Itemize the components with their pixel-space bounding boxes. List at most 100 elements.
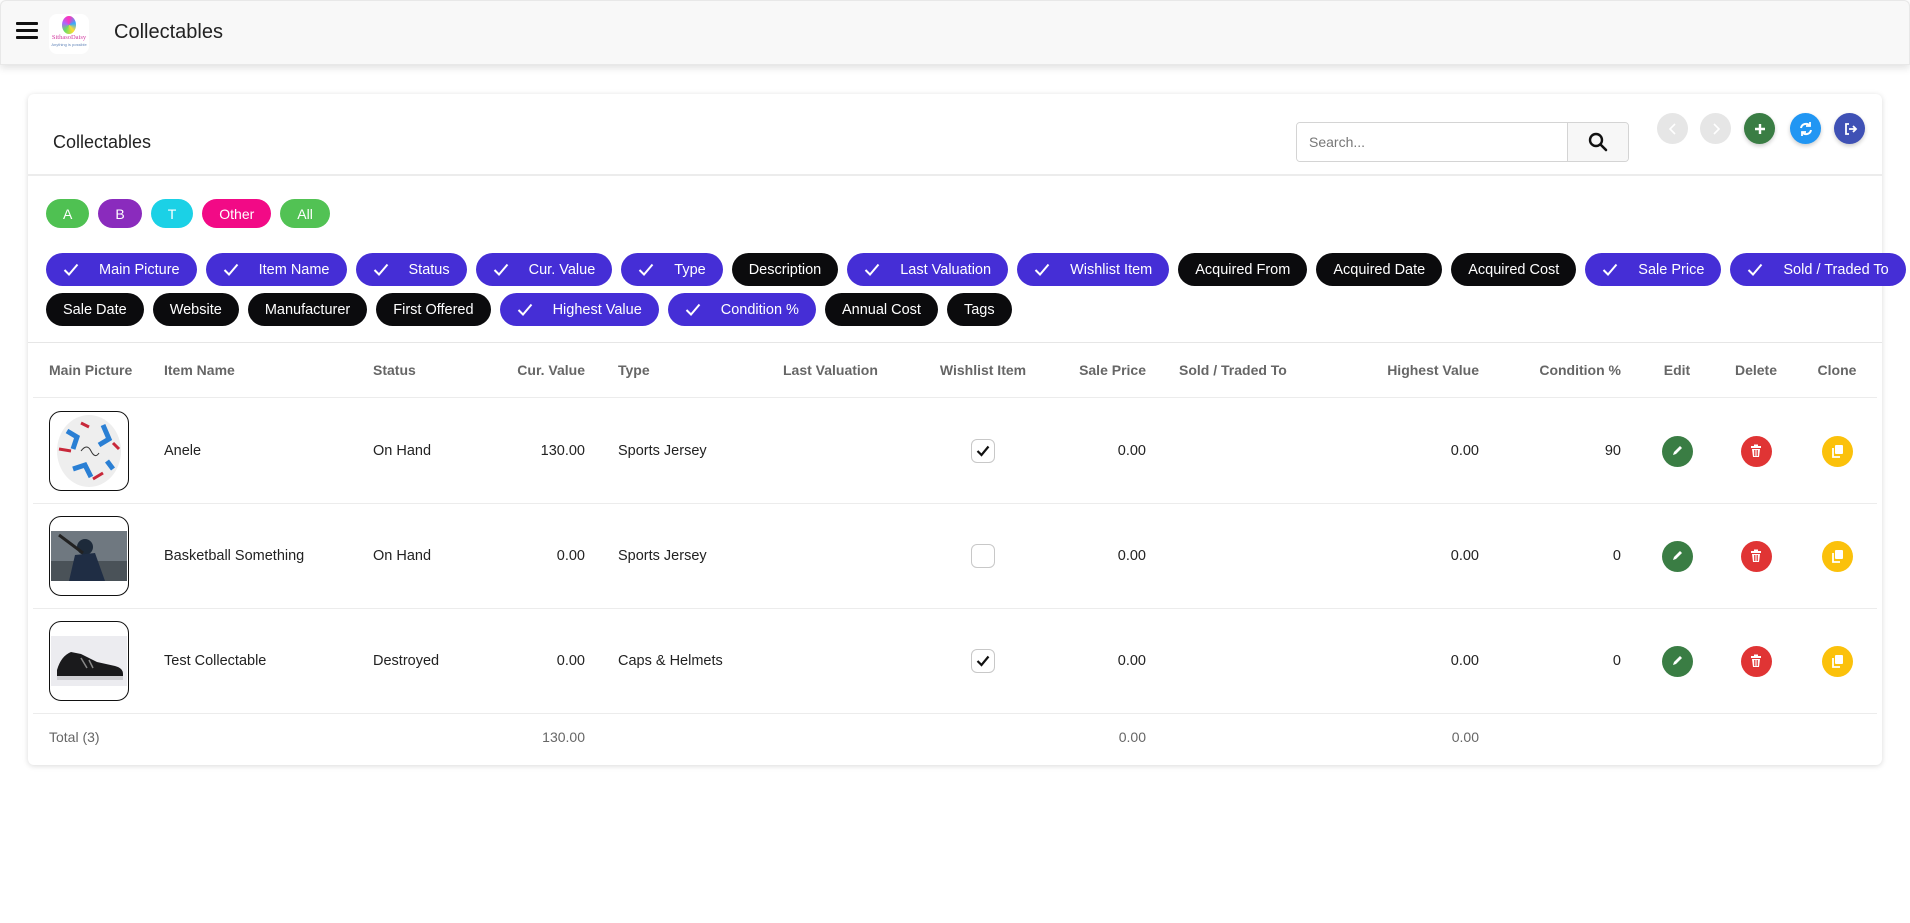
chip-label: Website [169,301,222,318]
column-toggle-chip[interactable]: Type [621,253,723,286]
pencil-icon [1673,446,1682,455]
clone-button[interactable] [1821,540,1853,572]
plus-icon [1754,123,1765,134]
chip-label: First Offered [393,301,474,318]
column-header-del[interactable]: Delete [1716,343,1796,397]
search-input[interactable] [1297,123,1567,161]
search-icon [1588,132,1608,152]
edit-button[interactable] [1661,540,1693,572]
column-toggle-chip[interactable]: Description [731,253,839,286]
check-icon [1034,263,1050,276]
check-icon [63,263,79,276]
column-toggle-chip[interactable]: Cur. Value [475,253,613,286]
column-toggle-row: Main Picture Item Name Status Cur. Value Typ… [46,253,1906,286]
column-toggle-chip[interactable]: Acquired Date [1316,253,1443,286]
refresh-button[interactable] [1790,113,1821,144]
delete-button[interactable] [1740,435,1772,467]
column-toggle-chip[interactable]: Acquired Cost [1451,253,1577,286]
delete-button[interactable] [1740,540,1772,572]
chip-label: Condition % [720,301,799,318]
previous-button[interactable] [1657,113,1688,144]
cell-status: On Hand [373,548,432,564]
letter-filters: A B T Other All [46,199,330,228]
column-header-edit[interactable]: Edit [1637,343,1717,397]
check-icon [865,263,880,276]
delete-button[interactable] [1740,645,1772,677]
table-row: Anele On Hand 130.00 Sports Jersey 0.00 0.00 9… [33,399,1877,504]
item-picture-soccer-ball[interactable] [49,411,129,491]
letter-filter-other[interactable]: Other [202,199,272,228]
cell-sold [1179,609,1329,713]
chip-label: Highest Value [552,301,642,318]
chevron-left-icon [1668,122,1676,135]
search-box [1296,122,1629,162]
column-toggle-chip[interactable]: Status [355,253,467,286]
column-toggle-chip[interactable]: Condition % [667,293,816,326]
wishlist-checkbox[interactable] [971,649,995,673]
letter-filter-b[interactable]: B [98,199,142,228]
cell-cond: 0 [1612,653,1621,669]
total-sale-price: 0.00 [1118,729,1146,745]
item-picture-baseball-player[interactable] [49,516,129,596]
hamburger-menu-icon[interactable] [16,22,38,39]
column-header-pic[interactable]: Main Picture [49,343,159,397]
column-toggle-chip[interactable]: Acquired From [1178,253,1308,286]
column-header-type[interactable]: Type [618,343,778,397]
column-header-clone[interactable]: Clone [1797,343,1877,397]
column-toggle-row: Sale Date Website Manufacturer First Offere… [46,293,1012,326]
search-button[interactable] [1567,123,1628,161]
wishlist-checkbox[interactable] [971,544,995,568]
column-toggle-chip[interactable]: Highest Value [499,293,659,326]
clone-button[interactable] [1821,645,1853,677]
cell-sold [1179,399,1329,503]
item-picture-sneaker[interactable] [49,621,129,701]
column-toggle-chip[interactable]: Last Valuation [847,253,1009,286]
check-icon [685,303,701,316]
clone-button[interactable] [1821,435,1853,467]
edit-button[interactable] [1661,435,1693,467]
letter-filter-all[interactable]: All [280,199,330,228]
chip-label: Sale Date [63,301,127,318]
column-header-lastval[interactable]: Last Valuation [783,343,923,397]
chip-label: Acquired From [1195,261,1291,278]
column-header-sold[interactable]: Sold / Traded To [1179,343,1329,397]
column-header-name[interactable]: Item Name [164,343,364,397]
column-toggle-chip[interactable]: Tags [946,293,1012,326]
cell-high: 0.00 [1450,653,1479,669]
wishlist-checkbox[interactable] [971,439,995,463]
column-header-wish[interactable]: Wishlist Item [923,343,1043,397]
table-row: Basketball Something On Hand 0.00 Sports Je… [33,504,1877,609]
column-toggle-chip[interactable]: Annual Cost [824,293,938,326]
column-header-status[interactable]: Status [373,343,483,397]
add-button[interactable] [1744,113,1775,144]
column-header-high[interactable]: Highest Value [1329,343,1479,397]
column-toggle-chip[interactable]: Wishlist Item [1017,253,1170,286]
column-header-cur[interactable]: Cur. Value [485,343,585,397]
chip-label: Main Picture [99,261,180,278]
next-button[interactable] [1700,113,1731,144]
column-header-cond[interactable]: Condition % [1501,343,1621,397]
cell-cur: 0.00 [556,548,585,564]
chip-label: Sale Price [1638,261,1705,278]
column-toggle-chip[interactable]: Sold / Traded To [1730,253,1906,286]
column-toggle-chip[interactable]: First Offered [376,293,491,326]
edit-button[interactable] [1661,645,1693,677]
letter-filter-t[interactable]: T [150,199,194,228]
letter-filter-a[interactable]: A [46,199,90,228]
column-toggle-chip[interactable]: Sale Price [1585,253,1722,286]
copy-icon [1832,550,1843,563]
logo: SithasoDaisy Anything is possible [49,14,89,54]
trash-icon [1751,444,1761,457]
trash-icon [1751,549,1761,562]
logout-button[interactable] [1834,113,1865,144]
chevron-right-icon [1712,122,1720,135]
column-toggle-chip[interactable]: Sale Date [46,293,144,326]
column-toggle-chip[interactable]: Item Name [205,253,347,286]
check-icon [976,655,990,667]
check-icon [1748,263,1763,276]
column-toggle-chip[interactable]: Main Picture [46,253,197,286]
column-toggle-chip[interactable]: Manufacturer [247,293,368,326]
column-header-sale[interactable]: Sale Price [1046,343,1146,397]
column-toggle-chip[interactable]: Website [152,293,239,326]
chip-label: Acquired Cost [1468,261,1560,278]
